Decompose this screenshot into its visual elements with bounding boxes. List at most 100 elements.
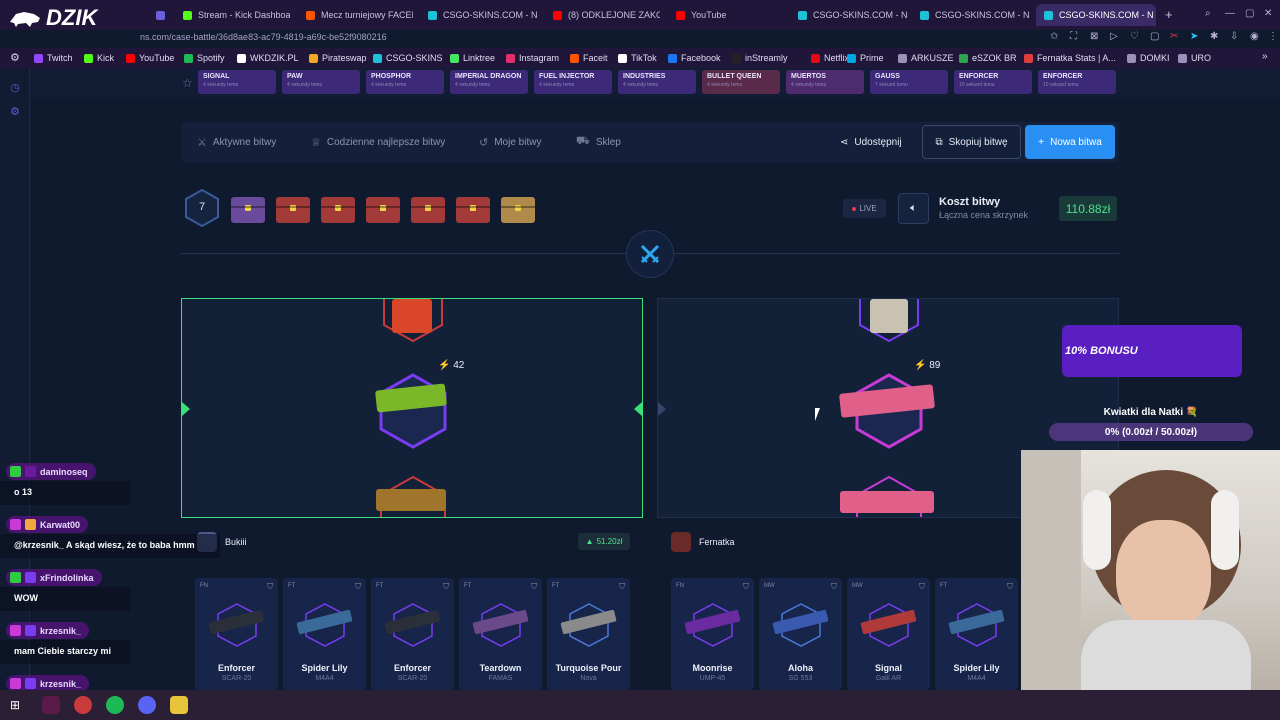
item-card[interactable]: FT ⛉ Spider Lily M4A4 [283,578,366,690]
browser-tab[interactable]: CSGO-SKINS.COM - Na [790,4,908,26]
shield-icon: ⛉ [619,582,625,591]
bonus-banner[interactable]: 10% BONUSU [1062,325,1242,377]
bookmark-item[interactable]: eSZOK BR [959,51,1017,65]
bookmark-item[interactable]: WKDZIK.PL [237,51,299,65]
bookmark-item[interactable]: Linktree [450,51,495,65]
bookmark-item[interactable]: URO [1178,51,1211,65]
copy-battle-button[interactable]: ⧉ Skopiuj bitwę [922,125,1021,159]
spotify-icon[interactable] [106,696,124,714]
app-icon[interactable] [170,696,188,714]
bookmark-item[interactable]: Faceit [570,51,608,65]
round-number: 7 [198,201,206,213]
extension-icon[interactable]: ⊠ [1090,30,1098,44]
live-drop-card[interactable]: FUEL INJECTOR 4 sekundy temu [534,70,612,94]
close-icon[interactable]: ✕ [1264,8,1272,19]
live-drop-card[interactable]: MUERTOS 4 sekundy temu [786,70,864,94]
live-drop-card[interactable]: SIGNAL 4 sekundy temu [198,70,276,94]
app-icon[interactable] [42,696,60,714]
live-drop-card[interactable]: BULLET QUEEN 4 sekundy temu [702,70,780,94]
item-card[interactable]: FT ⛉ Spider Lily M4A4 [935,578,1018,690]
bookmark-item[interactable]: Spotify [184,51,225,65]
chat-username-row: Karwat00 [6,516,89,533]
play-icon[interactable]: ▷ [1110,30,1118,44]
favorite-star-icon[interactable]: ☆ [182,76,193,90]
bookmark-item[interactable]: TikTok [618,51,657,65]
opera-icon[interactable] [74,696,92,714]
nav-active-battles[interactable]: ⚔ Aktywne bitwy [197,122,276,162]
menu-icon[interactable]: ⋮ [1268,30,1278,44]
live-drop-card[interactable]: PAW 4 sekundy temu [282,70,360,94]
item-card[interactable]: FN ⛉ Moonrise UMP-45 [671,578,754,690]
bookmark-item[interactable]: Netflix [811,51,849,65]
bookmark-item[interactable]: YouTube [126,51,174,65]
bookmark-star-icon[interactable]: ✩ [1050,30,1058,44]
discord-icon[interactable] [138,696,156,714]
minimize-icon[interactable]: — [1225,8,1235,19]
bookmark-favicon-icon [732,53,741,63]
drop-name: IMPERIAL DRAGON [455,73,522,80]
bookmark-item[interactable]: CSGO-SKINS [373,51,443,65]
gear-icon[interactable]: ⚙ [9,106,21,118]
item-name: Teardown [479,663,522,673]
nav-daily-best[interactable]: ♕ Codzienne najlepsze bitwy [311,122,445,162]
item-name: Signal [874,663,902,673]
settings-icon[interactable]: ⚙ [10,51,20,64]
bookmark-item[interactable]: ARKUSZE [898,51,954,65]
clock-icon[interactable]: ◷ [9,82,21,94]
browser-tab[interactable]: CSGO-SKINS.COM - Na [420,4,538,26]
bookmark-item[interactable]: Twitch [34,51,73,65]
bookmark-item[interactable]: Fernatka Stats | A... [1024,51,1116,65]
heart-icon[interactable]: ♡ [1130,30,1139,44]
puzzle-icon[interactable]: ✱ [1210,30,1218,44]
live-drop-card[interactable]: ENFORCER 10 sekund temu [954,70,1032,94]
item-card[interactable]: MW ⛉ Signal Galil AR [847,578,930,690]
bookmark-item[interactable]: DOMKI [1127,51,1170,65]
download-icon[interactable]: ⇩ [1230,30,1238,44]
bag-icon[interactable]: ▢ [1150,30,1159,44]
case-icon [231,197,265,223]
browser-tab[interactable]: CSGO-SKINS.COM - Na [912,4,1030,26]
live-drop-card[interactable]: PHOSPHOR 4 sekundy temu [366,70,444,94]
tab-label: CSGO-SKINS.COM - N [1059,10,1154,20]
item-card[interactable]: FT ⛉ Enforcer SCAR-20 [371,578,454,690]
live-drop-card[interactable]: IMPERIAL DRAGON 4 sekundy temu [450,70,528,94]
bookmark-item[interactable]: Pirateswap [309,51,367,65]
share-button[interactable]: ⋖ Udostępnij [840,122,902,162]
blue-extension-icon[interactable]: ➤ [1190,30,1198,44]
browser-tab[interactable]: (8) ODKLEJONE ZAKOP [545,4,660,26]
bookmark-label: Linktree [463,53,496,63]
new-battle-label: Nowa bitwa [1050,136,1102,148]
new-battle-button[interactable]: + Nowa bitwa [1025,125,1115,159]
address-bar[interactable]: ns.com/case-battle/36d8ae83-ac79-4819-a6… [140,30,1280,44]
item-condition: FT [552,583,560,589]
bookmarks-overflow-icon[interactable]: » [1262,51,1268,62]
sound-toggle-button[interactable]: 🔈︎ [898,193,929,224]
red-extension-icon[interactable]: ✂ [1170,30,1178,44]
browser-tab[interactable]: Mecz turniejowy FACEIT [298,4,413,26]
start-icon[interactable]: ⊞ [10,698,20,712]
chat-badge-icon [25,678,36,689]
browser-tab[interactable]: YouTube [668,4,786,26]
bookmark-item[interactable]: Prime [847,51,884,65]
browser-tab[interactable]: Stream - Kick Dashboard [175,4,290,26]
nav-shop[interactable]: ⛟ Sklep [576,122,621,162]
item-type: Nova [580,675,597,682]
screenshot-icon[interactable]: ⛶ [1070,30,1077,44]
live-drop-card[interactable]: INDUSTRIES 4 sekundy temu [618,70,696,94]
item-card[interactable]: FT ⛉ Turquoise Pour Nova [547,578,630,690]
browser-tab[interactable]: h [148,4,166,26]
live-drop-card[interactable]: GAUSS 7 sekund temu [870,70,948,94]
browser-tab[interactable]: CSGO-SKINS.COM - N [1036,4,1156,26]
live-drop-card[interactable]: ENFORCER 10 sekund temu [1038,70,1116,94]
item-card[interactable]: MW ⛉ Aloha SG 553 [759,578,842,690]
maximize-icon[interactable]: ▢ [1245,8,1254,19]
item-card[interactable]: FT ⛉ Teardown FAMAS [459,578,542,690]
search-tabs-icon[interactable]: ⌕ [1205,8,1211,19]
new-tab-button[interactable]: + [1165,7,1173,22]
bookmark-item[interactable]: Instagram [506,51,559,65]
nav-my-battles[interactable]: ↺ Moje bitwy [479,122,541,162]
bookmark-item[interactable]: inStreamly [732,51,788,65]
bookmark-item[interactable]: Kick [84,51,114,65]
bookmark-item[interactable]: Facebook [668,51,721,65]
profile-icon[interactable]: ◉ [1250,30,1259,44]
